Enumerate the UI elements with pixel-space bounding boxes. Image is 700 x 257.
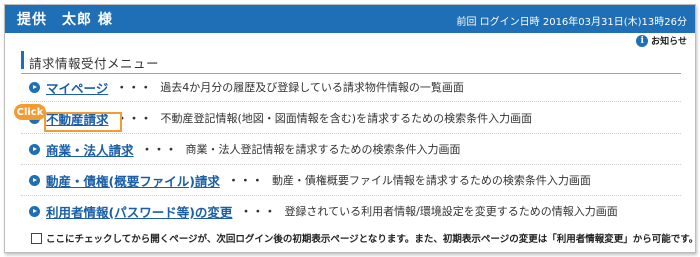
- notice-link[interactable]: i お知らせ: [636, 34, 687, 47]
- default-page-checkbox-label: ここにチェックしてから開くページが、次回ログイン後の初期表示ページとなります。ま…: [46, 234, 696, 245]
- menu-item-user-info: 利用者情報(パスワード等)の変更 ・・・ 登録されている利用者情報/環境設定を変…: [29, 200, 679, 222]
- default-page-checkbox[interactable]: [31, 232, 42, 244]
- menu-dots: ・・・: [116, 81, 153, 94]
- commercial-corporate-request-link[interactable]: 商業・法人請求: [46, 140, 134, 159]
- movables-receivables-request-link[interactable]: 動産・債権(概要ファイル)請求: [46, 171, 220, 190]
- menu-dots: ・・・: [240, 205, 277, 218]
- mypage-link[interactable]: マイページ: [46, 78, 108, 97]
- section-divider: [21, 73, 681, 74]
- row-divider: [21, 101, 681, 102]
- main-panel: 提供 太郎 様 前回 ログイン日時 2016年03月31日(木)13時26分 i…: [4, 4, 696, 253]
- arrow-right-icon: [29, 143, 40, 155]
- menu-dots: ・・・: [141, 143, 178, 156]
- menu-description: 登録されている利用者情報/環境設定を変更するための情報入力画面: [284, 205, 618, 218]
- menu-item-movables: 動産・債権(概要ファイル)請求 ・・・ 動産・債権概要ファイル情報を請求するため…: [29, 169, 679, 191]
- menu-item-mypage: マイページ ・・・ 過去4か月分の履歴及び登録している請求物件情報の一覧画面: [29, 76, 679, 98]
- last-login-timestamp: 前回 ログイン日時 2016年03月31日(木)13時26分: [456, 17, 687, 28]
- menu-item-real-estate: 不動産請求 ・・・ 不動産登記情報(地図・図面情報を含む)を請求するための検索条…: [29, 107, 679, 129]
- row-divider: [21, 133, 681, 134]
- menu-description: 動産・債権概要ファイル情報を請求するための検索条件入力画面: [271, 174, 591, 187]
- arrow-right-icon: [29, 205, 40, 217]
- user-info-change-link[interactable]: 利用者情報(パスワード等)の変更: [46, 202, 232, 221]
- click-badge: Click: [14, 104, 46, 120]
- row-divider: [21, 164, 681, 165]
- notice-label: お知らせ: [651, 37, 687, 47]
- click-highlight-box: [44, 112, 122, 132]
- notice-bar: i お知らせ: [5, 33, 695, 47]
- section-title-accent: [21, 51, 24, 69]
- arrow-right-icon: [29, 174, 40, 186]
- menu-description: 過去4か月分の履歴及び登録している請求物件情報の一覧画面: [160, 81, 464, 94]
- menu-item-commercial: 商業・法人請求 ・・・ 商業・法人登記情報を請求するための検索条件入力画面: [29, 138, 679, 160]
- arrow-right-icon: [29, 81, 40, 93]
- default-page-option: ここにチェックしてから開くページが、次回ログイン後の初期表示ページとなります。ま…: [31, 231, 696, 245]
- menu-description: 不動産登記情報(地図・図面情報を含む)を請求するための検索条件入力画面: [160, 112, 533, 125]
- info-icon: i: [636, 34, 649, 47]
- section-title: 請求情報受付メニュー: [29, 56, 160, 71]
- menu-dots: ・・・: [227, 174, 264, 187]
- user-name: 提供 太郎 様: [17, 12, 113, 28]
- menu-description: 商業・法人登記情報を請求するための検索条件入力画面: [185, 143, 461, 156]
- row-divider: [21, 195, 681, 196]
- header-bar: 提供 太郎 様 前回 ログイン日時 2016年03月31日(木)13時26分: [5, 5, 695, 33]
